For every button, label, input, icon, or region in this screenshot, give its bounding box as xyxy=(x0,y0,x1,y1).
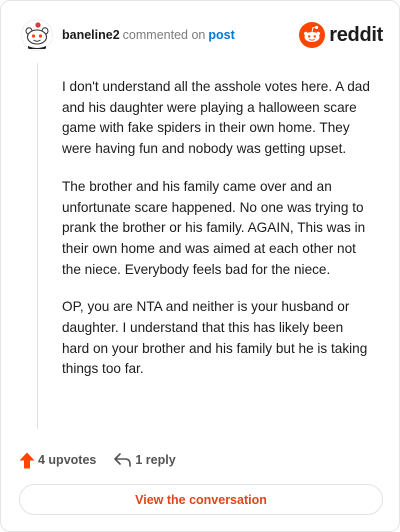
upvote-count: 4 upvotes xyxy=(38,453,97,467)
username[interactable]: baneline2 xyxy=(62,28,120,42)
reply-button[interactable]: 1 reply xyxy=(114,452,176,468)
avatar[interactable] xyxy=(21,19,53,51)
comment-byline: baneline2 commented on post xyxy=(62,27,235,43)
comment-paragraph: The brother and his family came over and… xyxy=(62,178,366,277)
reply-arrow-icon xyxy=(114,453,132,467)
reply-count: 1 reply xyxy=(135,453,176,467)
comment-paragraph: OP, you are NTA and neither is your husb… xyxy=(62,299,368,377)
comment-paragraph: I don't understand all the asshole votes… xyxy=(62,79,370,157)
embedded-comment-card: baneline2 commented on post reddit I don't… xyxy=(0,0,400,532)
comment-actions: 4 upvotes 1 reply xyxy=(19,450,176,470)
reddit-brand[interactable]: reddit xyxy=(299,21,383,49)
view-conversation-button[interactable]: View the conversation xyxy=(19,484,383,515)
upvote-arrow-icon xyxy=(19,452,35,468)
upvote-button[interactable]: 4 upvotes xyxy=(19,452,96,469)
reddit-logo-icon xyxy=(299,22,326,48)
thread-line xyxy=(37,63,38,429)
post-link[interactable]: post xyxy=(208,28,234,42)
comment-body: I don't understand all the asshole votes… xyxy=(62,77,372,397)
comment-header: baneline2 commented on post reddit xyxy=(21,19,383,51)
byline-text: commented on xyxy=(122,28,206,42)
brand-wordmark: reddit xyxy=(329,23,383,46)
snoo-avatar-icon xyxy=(21,19,53,51)
